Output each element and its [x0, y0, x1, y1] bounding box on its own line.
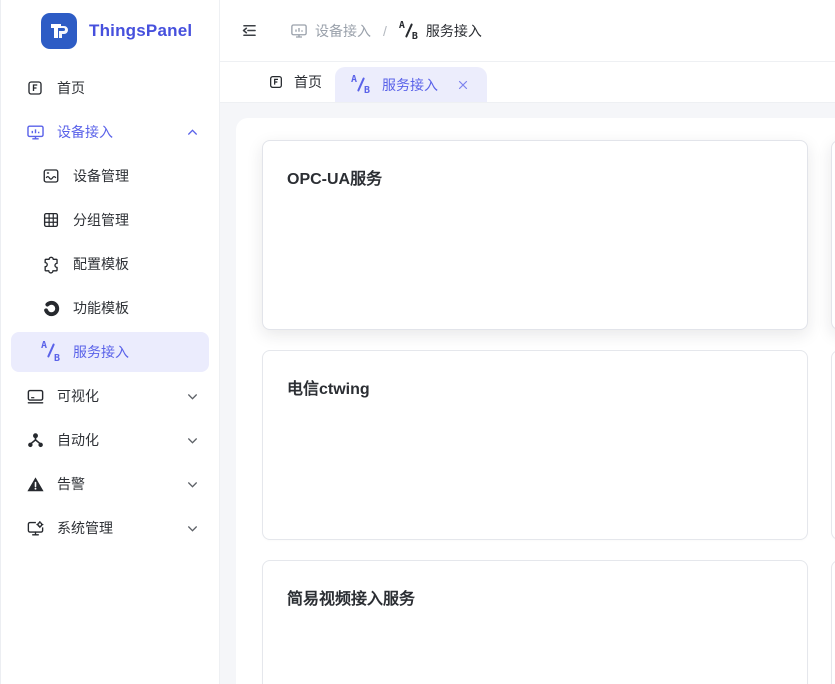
home-f-icon [268, 74, 284, 90]
service-card-partial-3[interactable] [831, 560, 835, 684]
sidebar-item-function-template[interactable]: 功能模板 [11, 288, 209, 328]
sidebar-item-device-manage[interactable]: 设备管理 [11, 156, 209, 196]
brand-title: ThingsPanel [89, 21, 192, 41]
tab-home[interactable]: 首页 [255, 61, 335, 102]
chevron-up-icon [186, 126, 199, 139]
device-manage-icon [41, 166, 61, 186]
group-grid-icon [41, 210, 61, 230]
sidebar-item-group-manage[interactable]: 分组管理 [11, 200, 209, 240]
sidebar-item-label: 自动化 [57, 430, 99, 450]
sidebar-item-automation[interactable]: 自动化 [11, 420, 209, 460]
sidebar-item-label: 可视化 [57, 386, 99, 406]
sidebar-item-visualization[interactable]: 可视化 [11, 376, 209, 416]
function-ring-icon [41, 298, 61, 318]
sidebar-item-label: 系统管理 [57, 518, 113, 538]
card-title: OPC-UA服务 [287, 165, 783, 189]
visualization-icon [25, 386, 45, 406]
tab-service-access[interactable]: AB 服务接入 [335, 67, 487, 102]
service-card-video[interactable]: 简易视频接入服务 [262, 560, 808, 684]
ab-icon: AB [399, 22, 419, 40]
chevron-down-icon [186, 434, 199, 447]
sidebar-menu: 首页 设备接入 设备管理 分组管理 [1, 62, 219, 548]
tab-label: 服务接入 [382, 75, 438, 95]
home-f-icon [25, 78, 45, 98]
topbar: 设备接入 / AB 服务接入 [220, 0, 835, 62]
card-title: 电信ctwing [287, 375, 783, 399]
service-panel: OPC-UA服务 电信ctwing 简易视频接入服务 [236, 118, 835, 684]
sidebar-item-label: 设备管理 [73, 166, 129, 186]
sidebar-item-label: 配置模板 [73, 254, 129, 274]
tab-close-icon[interactable] [455, 77, 471, 93]
automation-icon [25, 430, 45, 450]
sidebar-item-config-template[interactable]: 配置模板 [11, 244, 209, 284]
ab-icon: AB [41, 342, 61, 362]
sidebar-item-label: 告警 [57, 474, 85, 494]
sidebar-item-alarm[interactable]: 告警 [11, 464, 209, 504]
service-card-grid: OPC-UA服务 电信ctwing 简易视频接入服务 [262, 140, 835, 684]
alarm-icon [25, 474, 45, 494]
service-card-opcua[interactable]: OPC-UA服务 [262, 140, 808, 330]
sidebar-item-system-manage[interactable]: 系统管理 [11, 508, 209, 548]
tab-bar: 首页 AB 服务接入 [220, 62, 835, 103]
service-card-partial-1[interactable] [831, 140, 835, 330]
card-title: 简易视频接入服务 [287, 585, 783, 609]
config-puzzle-icon [41, 254, 61, 274]
sidebar-item-home[interactable]: 首页 [11, 68, 209, 108]
breadcrumb-item-device-access[interactable]: 设备接入 [290, 21, 371, 41]
chevron-down-icon [186, 478, 199, 491]
device-monitor-icon [290, 22, 308, 40]
brand[interactable]: ThingsPanel [1, 0, 219, 62]
sidebar-item-label: 服务接入 [73, 342, 129, 362]
ab-icon: AB [351, 76, 371, 94]
device-monitor-icon [25, 122, 45, 142]
chevron-down-icon [186, 522, 199, 535]
thingspanel-logo-icon [41, 13, 77, 49]
sidebar-collapse-button[interactable] [236, 18, 262, 44]
sidebar: ThingsPanel 首页 设备接入 设备管理 [0, 0, 220, 684]
sidebar-item-label: 首页 [57, 78, 85, 98]
tab-label: 首页 [294, 72, 322, 92]
sidebar-item-service-access[interactable]: AB 服务接入 [11, 332, 209, 372]
sidebar-item-label: 功能模板 [73, 298, 129, 318]
sidebar-item-label: 设备接入 [57, 122, 113, 142]
breadcrumb-item-service-access[interactable]: AB 服务接入 [399, 21, 482, 41]
breadcrumb: 设备接入 / AB 服务接入 [290, 21, 482, 41]
sidebar-item-label: 分组管理 [73, 210, 129, 230]
content-area: OPC-UA服务 电信ctwing 简易视频接入服务 [220, 103, 835, 684]
system-manage-icon [25, 518, 45, 538]
sidebar-item-device-access[interactable]: 设备接入 [11, 112, 209, 152]
chevron-down-icon [186, 390, 199, 403]
breadcrumb-separator: / [383, 23, 387, 39]
service-card-ctwing[interactable]: 电信ctwing [262, 350, 808, 540]
service-card-partial-2[interactable] [831, 350, 835, 540]
